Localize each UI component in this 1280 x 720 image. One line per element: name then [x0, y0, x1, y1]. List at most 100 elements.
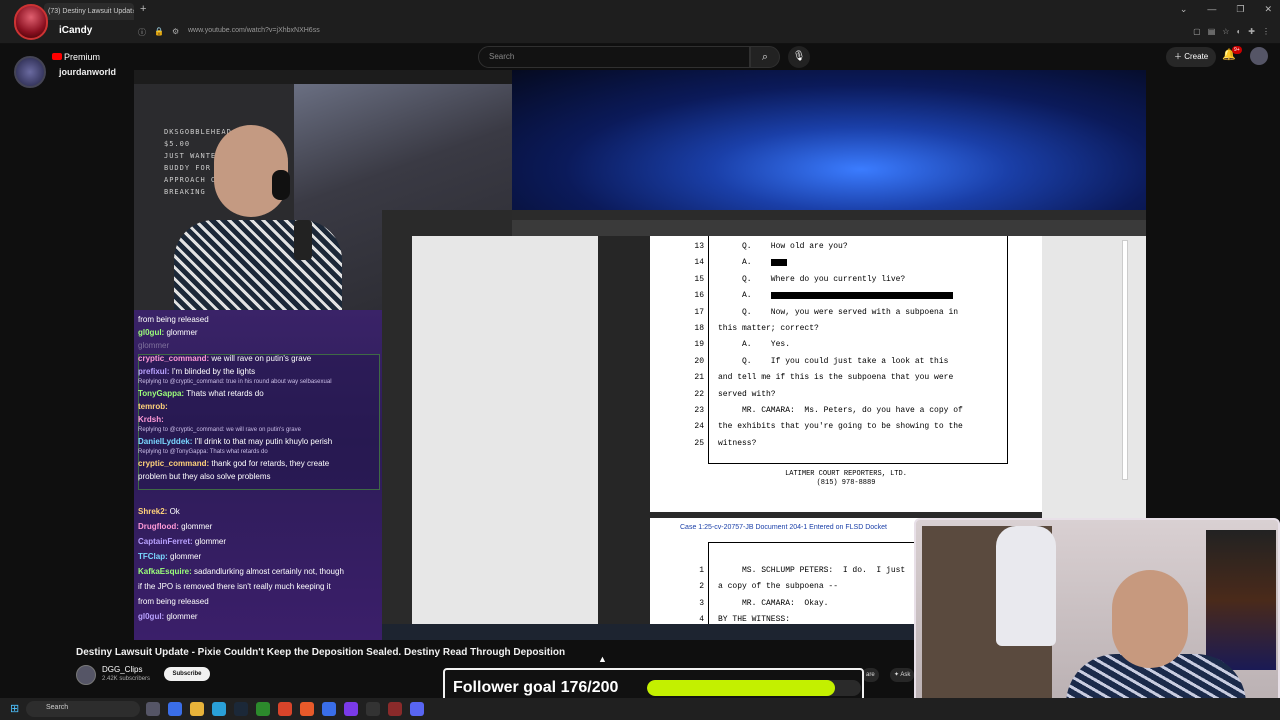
uploader-avatar[interactable] — [76, 665, 96, 685]
minimize-button[interactable]: — — [1207, 4, 1216, 15]
app-icon-4[interactable] — [366, 702, 380, 716]
tab-close-icon[interactable]: × — [132, 7, 134, 16]
line-number: 17 — [694, 307, 704, 317]
windows-start-icon[interactable]: ⊞ — [10, 702, 19, 715]
star-icon[interactable]: ☆ — [1222, 27, 1229, 36]
creator-name: iCandy — [59, 25, 93, 36]
edge-icon[interactable] — [212, 702, 226, 716]
chat-username[interactable]: Krdsh: — [138, 415, 164, 424]
chat-username[interactable]: TFClap: — [138, 552, 170, 561]
app-icon-5[interactable] — [388, 702, 402, 716]
chat-username[interactable]: KafkaEsquire: — [138, 567, 194, 576]
chat-username[interactable]: CaptainFerret: — [138, 537, 195, 546]
screenshot-icon[interactable]: ▢ — [1193, 27, 1201, 36]
app-icon-3[interactable] — [344, 702, 358, 716]
brave-icon[interactable] — [300, 702, 314, 716]
chat-username[interactable]: gl0gul: — [138, 328, 166, 337]
chat-username[interactable]: prefixul: — [138, 367, 172, 376]
taskbar-search[interactable]: Search — [26, 701, 140, 717]
new-tab-button[interactable]: + — [140, 3, 146, 15]
search-input[interactable]: Search — [478, 46, 750, 68]
line-text: this matter; correct? — [718, 324, 819, 333]
chat-text: Ok — [169, 507, 180, 516]
streamer-shirt — [174, 220, 342, 310]
window-controls: ⌄ — ❐ ✕ — [1180, 4, 1272, 15]
tab-list-button[interactable]: ⌄ — [1180, 4, 1188, 15]
chat-message: Drugflood: glommer — [138, 519, 378, 534]
mouse-cursor-icon: ▲ — [598, 654, 607, 664]
lock-icon[interactable]: 🔒 — [154, 27, 164, 38]
share-button[interactable]: are — [862, 668, 879, 682]
xbox-icon[interactable] — [256, 702, 270, 716]
chat-text: problem but they also solve problems — [138, 472, 271, 481]
chat-text: from being released — [138, 597, 209, 606]
transcript-line: 22 served with? — [650, 390, 1042, 404]
folder-icon[interactable] — [190, 702, 204, 716]
puzzle-icon[interactable]: ✚ — [1248, 27, 1255, 36]
chat-username[interactable]: temrob: — [138, 402, 168, 411]
steam-icon[interactable] — [234, 702, 248, 716]
subscribe-button[interactable]: Subscribe — [164, 667, 210, 681]
follower-goal-label: Follower goal 176/200 — [453, 679, 619, 696]
document-scrollbar[interactable] — [1122, 240, 1128, 480]
document-titlebar — [512, 210, 1146, 220]
app-icon-2[interactable] — [322, 702, 336, 716]
chat-text: glommer — [194, 537, 227, 546]
site-settings-icon[interactable]: ⚙ — [172, 27, 179, 38]
line-number: 2 — [699, 582, 704, 592]
chat-text: Thats what retards do — [186, 389, 264, 398]
extension-icon[interactable]: ◐ — [1236, 27, 1241, 36]
chat-username[interactable]: TonyGappa: — [138, 389, 186, 398]
chat-message: glommer — [138, 339, 378, 352]
menu-icon[interactable]: ⋮ — [1262, 27, 1270, 36]
maximize-button[interactable]: ❐ — [1236, 4, 1244, 15]
chat-username[interactable]: DanielLyddek: — [138, 437, 195, 446]
uploader-name[interactable]: DGG_Clips — [102, 665, 142, 674]
case-header: Case 1:25-cv-20757-JB Document 204-1 Ent… — [680, 524, 887, 531]
search-button[interactable]: ⌕ — [750, 46, 780, 68]
reader-icon[interactable]: ▤ — [1208, 27, 1216, 36]
create-button[interactable]: ＋ Create — [1166, 47, 1217, 67]
chat-text: Replying to @cryptic_command: true in hi… — [138, 379, 332, 385]
app-icon[interactable] — [168, 702, 182, 716]
line-number: 18 — [694, 324, 704, 333]
line-text: MS. SCHLUMP PETERS: I do. I just — [718, 566, 906, 575]
info-icon[interactable]: ⓘ — [138, 27, 146, 38]
line-number: 24 — [694, 422, 704, 432]
discord-icon[interactable] — [410, 702, 424, 716]
search-icon: ⌕ — [761, 51, 769, 63]
taskview-icon[interactable] — [146, 702, 160, 716]
line-number: 25 — [694, 438, 704, 448]
transcript-line: 24 the exhibits that you're going to be s… — [650, 422, 1042, 436]
line-text: a copy of the subpoena -- — [718, 582, 839, 592]
chat-text: Replying to @TonyGappa: Thats what retar… — [138, 449, 268, 455]
transcript-line: 18 this matter; correct? — [650, 324, 1042, 338]
browser-tab[interactable]: (73) Destiny Lawsuit Updat × — [44, 3, 134, 20]
windows-taskbar: ⊞ Search — [0, 698, 1280, 720]
line-number: 14 — [694, 258, 704, 268]
account-avatar[interactable] — [1250, 47, 1268, 65]
channel-avatar[interactable] — [14, 56, 46, 88]
url-field[interactable]: www.youtube.com/watch?v=jXhbxNXH6ss — [188, 27, 320, 34]
transcript-line: 25 witness? — [650, 439, 1042, 453]
line-text: A. Yes. — [718, 340, 791, 350]
ask-button[interactable]: ✦ Ask — [890, 668, 915, 682]
subscriber-count: 2.42K subscribers — [102, 676, 151, 682]
chat-username[interactable]: cryptic_command: — [138, 459, 211, 468]
chat-message: problem but they also solve problems — [138, 470, 378, 483]
desktop-wallpaper — [512, 70, 1146, 212]
voice-search-button[interactable]: 🎙 — [788, 46, 810, 68]
chat-text: glommer — [138, 341, 170, 350]
chat-username[interactable]: Drugflood: — [138, 522, 181, 531]
line-text: A. — [718, 258, 787, 267]
chrome-icon[interactable] — [278, 702, 292, 716]
line-text: served with? — [718, 389, 776, 399]
chat-text: thank god for retards, they create — [211, 459, 330, 468]
chat-username[interactable]: cryptic_command: — [138, 354, 211, 363]
chat-username[interactable]: Shrek2: — [138, 507, 170, 516]
close-window-button[interactable]: ✕ — [1264, 4, 1272, 15]
chat-message: cryptic_command: thank god for retards, … — [138, 457, 378, 470]
chat-username[interactable]: gl0gul: — [138, 612, 166, 621]
chat-text: if the JPO is removed there isn't really… — [138, 582, 331, 591]
line-number: 23 — [694, 406, 704, 415]
